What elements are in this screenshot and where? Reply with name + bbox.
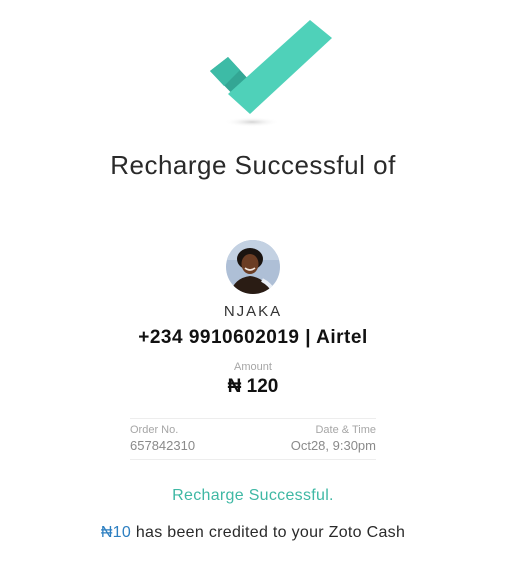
recipient-phone-operator: +234 9910602019 | Airtel: [138, 327, 368, 348]
amount-value: ₦ 120: [227, 376, 279, 397]
datetime-block: Date & Time Oct28, 9:30pm: [291, 424, 376, 454]
order-number-block: Order No. 657842310: [130, 424, 195, 454]
credit-amount: ₦10: [100, 524, 132, 541]
datetime-label: Date & Time: [315, 424, 376, 436]
datetime-value: Oct28, 9:30pm: [290, 438, 376, 453]
recipient-name: NJAKA: [223, 303, 283, 320]
credit-message: ₦10 has been credited to your Zoto Cash: [0, 524, 506, 542]
status-message: Recharge Successful.: [172, 487, 334, 504]
avatar: [226, 240, 280, 294]
order-number-value: 657842310: [130, 438, 196, 453]
success-checkmark-icon: [190, 14, 350, 134]
order-number-label: Order No.: [130, 424, 179, 436]
credit-text: has been credited to your Zoto Cash: [131, 524, 406, 541]
amount-label: Amount: [234, 361, 272, 373]
order-details: Order No. 657842310 Date & Time Oct28, 9…: [130, 418, 376, 460]
page-title: Recharge Successful of: [110, 150, 396, 180]
